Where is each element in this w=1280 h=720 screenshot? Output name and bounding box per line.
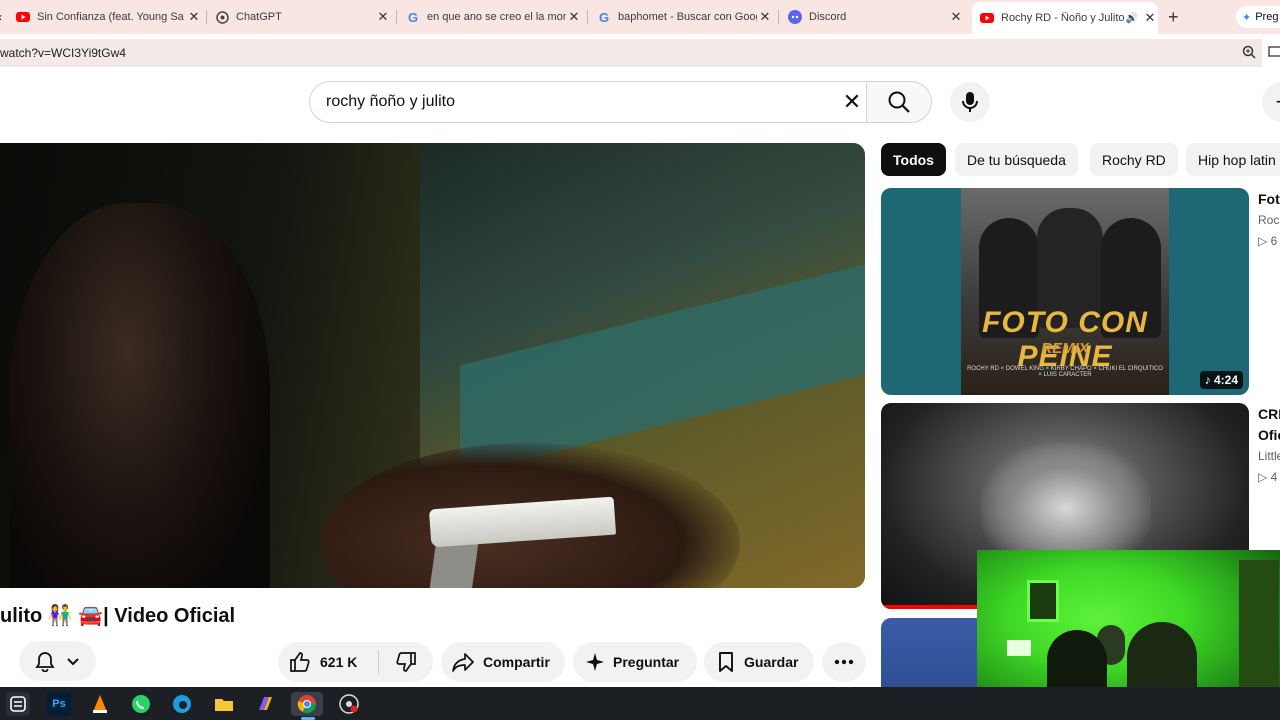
chatgpt-icon	[215, 10, 229, 24]
voice-search-button[interactable]	[950, 82, 990, 122]
tab-chatgpt[interactable]: ChatGPT ✕	[215, 4, 391, 30]
google-icon: G	[598, 9, 610, 25]
like-dislike-group: 621 K	[278, 642, 433, 682]
address-bar-row: watch?v=WCI3Yi9tGw4	[0, 34, 1280, 72]
close-tab-icon[interactable]: ✕	[566, 9, 582, 25]
files-icon[interactable]	[212, 692, 236, 716]
tab-scroll-left[interactable]: ‹	[0, 10, 2, 24]
chip-hip-hop-latin[interactable]: Hip hop latin	[1186, 143, 1280, 176]
chip-rochy-rd[interactable]: Rochy RD	[1090, 143, 1178, 176]
chip-de-tu-busqueda[interactable]: De tu búsqueda	[955, 143, 1078, 176]
tab-rochy-rd-active[interactable]: Rochy RD - Ñoño y Julito [ 🔊 ✕	[972, 2, 1158, 34]
youtube-icon	[16, 10, 30, 24]
youtube-icon	[980, 11, 994, 25]
profile-chip[interactable]: ✦ Preg	[1236, 6, 1280, 28]
recommendation-title[interactable]: Foto	[1258, 191, 1280, 207]
share-button[interactable]: Compartir	[441, 642, 565, 682]
chip-todos[interactable]: Todos	[881, 143, 946, 176]
tab-title: Sin Confianza (feat. Young Sa	[37, 11, 184, 23]
like-button[interactable]: 621 K	[278, 650, 378, 674]
close-tab-icon[interactable]: ✕	[1142, 10, 1158, 26]
album-art-credits: ROCHY RD × DOWEL KING × KIRBY CHAPO × CH…	[967, 366, 1163, 378]
dislike-button[interactable]	[379, 650, 433, 674]
recommendation-views: ▷ 4	[1258, 470, 1278, 484]
search-input[interactable]: rochy ñoño y julito	[326, 93, 829, 111]
tab-title: Rochy RD - Ñoño y Julito [	[1001, 12, 1126, 24]
cast-icon[interactable]	[1268, 45, 1280, 64]
recommendation-title-line-2[interactable]: Ofic	[1258, 427, 1280, 443]
recommendation-title[interactable]: CRE	[1258, 406, 1280, 422]
video-player[interactable]	[0, 143, 865, 588]
close-tab-icon[interactable]: ✕	[757, 9, 773, 25]
more-actions-button[interactable]	[822, 642, 866, 682]
whatsapp-icon[interactable]	[129, 692, 153, 716]
tab-google-baphomet[interactable]: G baphomet - Buscar con Googl ✕	[597, 4, 773, 30]
chrome-icon[interactable]	[291, 692, 323, 716]
duration-text: 4:24	[1213, 373, 1238, 387]
ask-button[interactable]: Preguntar	[573, 642, 697, 682]
recommendation-channel[interactable]: Roch	[1258, 213, 1280, 227]
tab-sin-confianza[interactable]: Sin Confianza (feat. Young Sa ✕	[16, 4, 202, 30]
close-tab-icon[interactable]: ✕	[948, 9, 964, 25]
close-tab-icon[interactable]: ✕	[375, 9, 391, 25]
zoom-icon[interactable]	[1242, 45, 1256, 64]
obs-icon[interactable]	[337, 692, 361, 716]
more-horizontal-icon	[834, 659, 854, 665]
browser-tab-strip: ‹ Sin Confianza (feat. Young Sa ✕ ChatGP…	[0, 0, 1280, 34]
close-tab-icon[interactable]: ✕	[186, 9, 202, 25]
duration-badge: ♪ 4:24	[1199, 371, 1243, 389]
video-frame-figure	[10, 203, 270, 588]
like-count: 621 K	[320, 654, 358, 670]
recommendation-channel[interactable]: Little	[1258, 449, 1280, 463]
search-icon	[888, 91, 910, 113]
thumbs-down-icon	[396, 652, 416, 672]
ask-label: Preguntar	[613, 654, 680, 670]
google-icon: G	[407, 9, 419, 25]
tab-title: en que ano se creo el la mone	[427, 11, 566, 23]
create-button[interactable]: +	[1262, 82, 1280, 122]
windows-icon[interactable]	[6, 692, 30, 716]
save-label: Guardar	[744, 654, 799, 670]
bookmark-icon	[719, 652, 733, 672]
os-taskbar: Ps	[0, 687, 1280, 720]
tab-title: Discord	[809, 11, 847, 23]
search-button[interactable]	[866, 81, 932, 123]
webcam-monitor	[1007, 640, 1031, 656]
recommendation-views: ▷ 6	[1258, 234, 1278, 248]
save-button[interactable]: Guardar	[704, 642, 814, 682]
copilot-icon[interactable]	[253, 692, 277, 716]
tab-google-moneda[interactable]: G en que ano se creo el la mone ✕	[406, 4, 582, 30]
album-art-subtitle: REMIX	[1041, 340, 1089, 357]
bell-icon	[35, 652, 55, 672]
chevron-down-icon	[67, 658, 79, 666]
sparkle-icon	[586, 653, 604, 671]
video-title: ulito 👫 🚘| Video Oficial	[0, 605, 236, 627]
discord-icon	[788, 10, 802, 24]
webcam-window	[1027, 580, 1059, 622]
microphone-icon	[962, 92, 978, 112]
recommendation-thumbnail[interactable]: FOTO CON PEINE REMIX ROCHY RD × DOWEL KI…	[881, 188, 1249, 395]
tab-title: ChatGPT	[236, 11, 282, 23]
tab-discord[interactable]: Discord ✕	[788, 4, 964, 30]
edge-icon[interactable]	[170, 692, 194, 716]
thumbs-up-icon	[290, 652, 310, 672]
new-tab-button[interactable]: +	[1168, 7, 1179, 28]
speaker-icon[interactable]: 🔊	[1126, 13, 1138, 24]
sparkle-icon: ✦	[1242, 11, 1252, 24]
share-icon	[452, 653, 474, 672]
photoshop-icon[interactable]: Ps	[47, 692, 71, 716]
music-note-icon: ♪	[1204, 373, 1214, 387]
url-text: watch?v=WCI3Yi9tGw4	[0, 46, 126, 60]
tab-title: baphomet - Buscar con Googl	[618, 11, 757, 23]
notifications-button[interactable]	[19, 641, 96, 681]
profile-label: Preg	[1255, 11, 1279, 23]
search-box[interactable]: rochy ñoño y julito ✕	[309, 81, 875, 123]
vlc-icon[interactable]	[88, 692, 112, 716]
share-label: Compartir	[483, 654, 550, 670]
url-field[interactable]: watch?v=WCI3Yi9tGw4	[0, 39, 1262, 67]
